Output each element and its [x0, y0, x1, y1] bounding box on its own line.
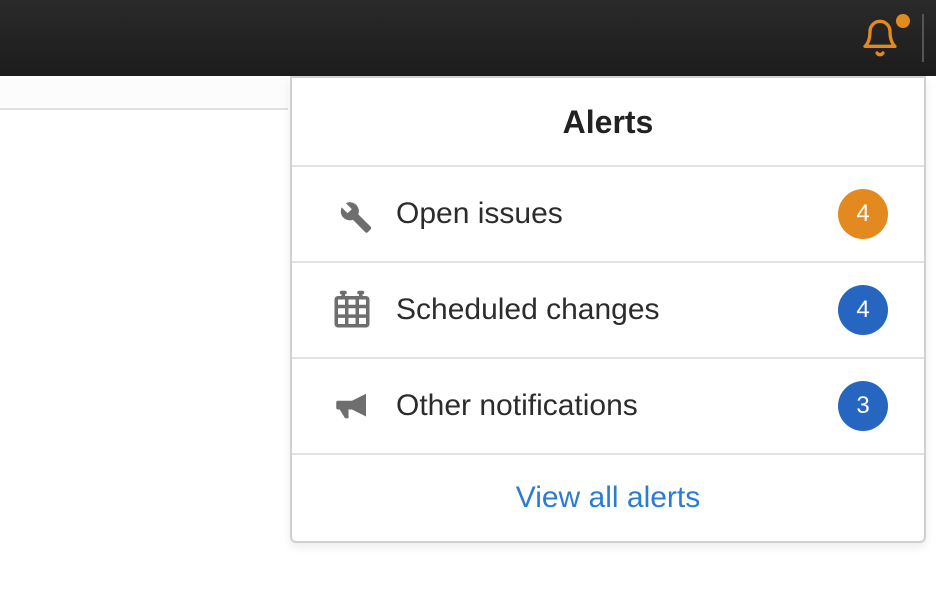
- alert-count-badge: 3: [838, 381, 888, 431]
- navbar-divider: [922, 14, 924, 62]
- alert-label: Other notifications: [396, 389, 838, 423]
- alert-row-scheduled-changes[interactable]: Scheduled changes 4: [292, 263, 924, 359]
- megaphone-icon: [328, 382, 376, 430]
- alerts-dropdown: Alerts Open issues 4 Scheduled changes 4: [290, 76, 926, 543]
- alert-count-badge: 4: [838, 285, 888, 335]
- alerts-dropdown-footer: View all alerts: [292, 455, 924, 541]
- wrench-icon: [328, 190, 376, 238]
- alert-label: Open issues: [396, 197, 838, 231]
- alert-row-open-issues[interactable]: Open issues 4: [292, 167, 924, 263]
- alert-row-other-notifications[interactable]: Other notifications 3: [292, 359, 924, 455]
- alert-count-badge: 4: [838, 189, 888, 239]
- top-navbar: [0, 0, 936, 76]
- notifications-bell-button[interactable]: [846, 0, 914, 76]
- bell-icon: [860, 17, 900, 59]
- notification-indicator-dot: [896, 14, 910, 28]
- calendar-icon: [328, 286, 376, 334]
- alerts-dropdown-title: Alerts: [292, 78, 924, 167]
- view-all-alerts-link[interactable]: View all alerts: [516, 481, 701, 514]
- alert-label: Scheduled changes: [396, 293, 838, 327]
- secondary-toolbar: [0, 76, 288, 110]
